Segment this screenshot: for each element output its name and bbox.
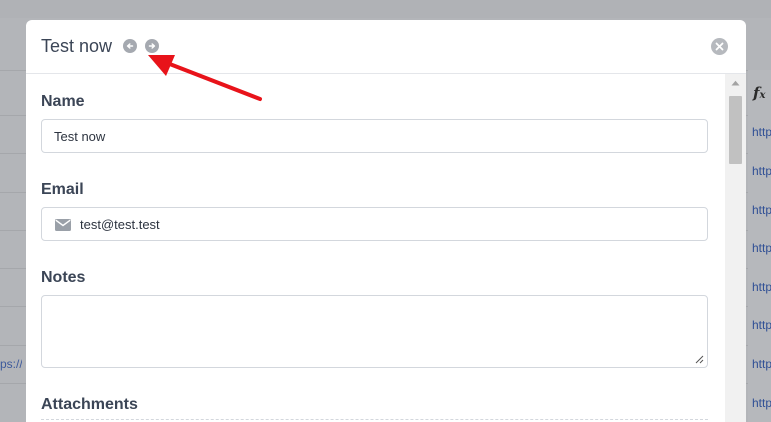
background-top-bar (0, 0, 771, 18)
resize-grip-icon[interactable] (695, 355, 704, 364)
notes-label: Notes (41, 269, 86, 286)
background-link: http (752, 241, 771, 255)
background-link: http (752, 203, 771, 217)
close-button[interactable] (711, 38, 728, 55)
scroll-up-arrow-icon[interactable] (731, 80, 740, 86)
background-link: http (752, 318, 771, 332)
envelope-icon (55, 219, 71, 231)
modal-body: Name Test now Email test@test.test Notes… (26, 74, 726, 422)
background-link: http (752, 396, 771, 410)
previous-record-button[interactable] (123, 39, 137, 53)
modal-header: Test now (26, 20, 746, 74)
email-field[interactable]: test@test.test (41, 207, 708, 241)
notes-textarea[interactable] (41, 295, 708, 368)
close-circle-icon (715, 42, 724, 51)
background-link: http (752, 164, 771, 178)
background-left-link: ps:// (0, 357, 22, 371)
background-link: http (752, 125, 771, 139)
modal-scrollbar[interactable] (725, 74, 746, 422)
scrollbar-thumb[interactable] (729, 96, 742, 164)
name-field[interactable]: Test now (41, 119, 708, 153)
modal-title: Test now (41, 36, 113, 56)
attachments-dropzone-edge[interactable] (41, 419, 708, 421)
name-label: Name (41, 93, 85, 110)
red-arrow-pointer (148, 55, 262, 101)
background-link: http (752, 280, 771, 294)
email-label: Email (41, 181, 84, 198)
fx-icon: fx (753, 84, 766, 102)
record-modal: Test now Name Test now Email test@test.t… (26, 20, 746, 422)
attachments-label: Attachments (41, 396, 138, 413)
email-value: test@test.test (80, 217, 160, 232)
background-link: http (752, 357, 771, 371)
arrow-left-circle-icon (126, 43, 134, 49)
name-value: Test now (54, 129, 106, 144)
